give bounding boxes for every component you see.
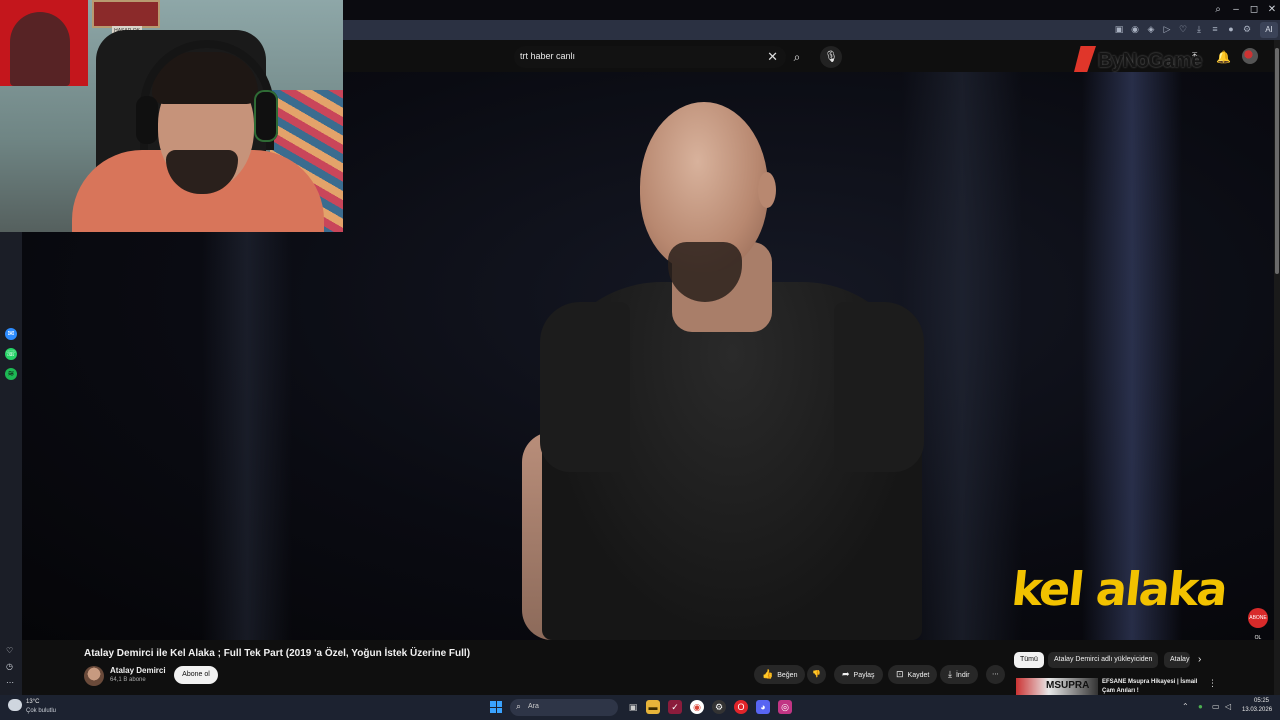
download-button[interactable]: ⤓ İndir	[940, 665, 978, 684]
channel-name[interactable]: Atalay Demirci	[110, 666, 166, 675]
channel-avatar[interactable]	[84, 666, 104, 686]
volume-icon[interactable]: ◁	[1225, 702, 1231, 711]
shield-icon[interactable]: ◈	[1146, 23, 1156, 35]
voice-search-icon[interactable]: 🎙	[820, 46, 842, 68]
like-label: Beğen	[777, 672, 798, 679]
cloud-icon[interactable]	[8, 699, 22, 711]
like-button[interactable]: 👍 Beğen	[754, 665, 806, 684]
person-sleeve	[834, 302, 924, 472]
instagram-icon[interactable]: ◎	[778, 700, 792, 714]
search-box[interactable]: trt haber canlı ✕	[514, 46, 786, 68]
person-ear	[758, 172, 776, 208]
extension-icon[interactable]: ▣	[1114, 23, 1124, 35]
window-maximize-button[interactable]: ◻	[1247, 3, 1261, 17]
share-icon: ➦	[842, 669, 850, 679]
chip-uploader[interactable]: Atalay Demirci adlı yükleyiciden	[1048, 652, 1159, 668]
network-icon[interactable]: ▭	[1212, 702, 1220, 711]
share-button[interactable]: ➦ Paylaş	[834, 665, 883, 684]
settings-icon[interactable]: ⚙	[1242, 23, 1252, 35]
curtain-fold	[1082, 72, 1182, 640]
thumbs-up-icon: 👍	[762, 669, 774, 679]
heart-sidebar-icon[interactable]: ♡	[6, 646, 13, 655]
tray-app-icon[interactable]: ●	[1198, 702, 1203, 711]
messenger-icon[interactable]: ✉	[5, 328, 17, 340]
account-avatar[interactable]	[1242, 48, 1258, 64]
task-view-icon[interactable]: ▣	[626, 700, 640, 714]
save-label: Kaydet	[907, 672, 930, 679]
download-icon: ⤓	[948, 669, 952, 679]
clear-search-icon[interactable]: ✕	[767, 49, 778, 65]
taskbar-search-placeholder: Ara	[528, 703, 539, 710]
search-icon: ⌕	[516, 701, 522, 711]
recommendation-thumbnail[interactable]: MSUPRA	[1016, 678, 1098, 695]
settings-app-icon[interactable]: ⚙	[712, 700, 726, 714]
person-sleeve	[540, 302, 630, 472]
subscriber-count: 64,1 B abone	[110, 677, 146, 683]
window-search-icon[interactable]: ⌕	[1211, 3, 1225, 17]
save-button[interactable]: ⊡ Kaydet	[888, 665, 938, 684]
taskbar-search[interactable]: ⌕ Ara	[510, 699, 618, 716]
headset-cup	[136, 96, 158, 144]
search-input[interactable]: trt haber canlı	[520, 51, 575, 61]
thumb-text: MSUPRA	[1046, 680, 1090, 691]
poster-figure	[10, 12, 70, 86]
weather-description[interactable]: Çok bulutlu	[26, 708, 56, 714]
ai-button[interactable]: AI	[1260, 22, 1278, 38]
channel-watermark: ByNoGame	[1098, 50, 1202, 72]
kebab-menu-icon[interactable]: ⋮	[1208, 678, 1217, 689]
tray-chevron-icon[interactable]: ⌃	[1182, 702, 1189, 711]
heart-icon[interactable]: ♡	[1178, 23, 1188, 35]
show-logo: kel alaka	[1009, 562, 1229, 616]
start-button[interactable]	[490, 701, 502, 713]
opera-icon[interactable]: O	[734, 700, 748, 714]
weather-temperature[interactable]: 13°C	[26, 699, 39, 705]
chip-partial[interactable]: Atalay	[1164, 652, 1190, 668]
headset-cup	[254, 90, 278, 142]
clock-date[interactable]: 13.03.2026	[1242, 707, 1272, 713]
thumbs-down-icon: 👎	[812, 671, 821, 678]
file-explorer-icon[interactable]: ▬	[646, 700, 660, 714]
search-button[interactable]: ⌕	[786, 46, 808, 68]
dislike-button[interactable]: 👎	[807, 665, 826, 684]
download-icon[interactable]: ⤓	[1194, 23, 1204, 35]
whatsapp-icon[interactable]: ☏	[5, 348, 17, 360]
screen: ⌕ – ◻ ✕ ▣ ◉ ◈ ▷ ♡ ⤓ ≡ ● ⚙ AI ✉ ☏ ≋ ♡ ◷ ⋯…	[0, 0, 1280, 720]
bookmark-icon: ⊡	[896, 669, 904, 679]
share-label: Paylaş	[853, 672, 875, 679]
menu-icon[interactable]: ≡	[1210, 23, 1220, 35]
extension-icons: ▣ ◉ ◈ ▷ ♡ ⤓ ≡ ● ⚙	[1114, 23, 1252, 35]
recommendation-title[interactable]: EFSANE Msupra Hikayesi | İsmail Çam Anıl…	[1102, 678, 1202, 696]
wall-poster	[92, 0, 160, 28]
webcam-overlay: HASAR OK	[0, 0, 343, 232]
chrome-icon[interactable]: ◉	[690, 700, 704, 714]
spotify-icon[interactable]: ≋	[5, 368, 17, 380]
subscribe-badge[interactable]: ABONE OL	[1248, 608, 1268, 641]
app-icon[interactable]: ✓	[668, 700, 682, 714]
scrollbar-thumb[interactable]	[1275, 48, 1279, 274]
video-info: Atalay Demirci ile Kel Alaka ; Full Tek …	[22, 640, 1280, 695]
video-title: Atalay Demirci ile Kel Alaka ; Full Tek …	[84, 648, 471, 659]
play-icon[interactable]: ▷	[1162, 23, 1172, 35]
window-close-button[interactable]: ✕	[1265, 3, 1279, 17]
discord-icon[interactable]: ◕	[756, 700, 770, 714]
more-sidebar-icon[interactable]: ⋯	[6, 678, 14, 687]
camera-icon[interactable]: ◉	[1130, 23, 1140, 35]
window-minimize-button[interactable]: –	[1229, 3, 1243, 17]
profile-icon[interactable]: ●	[1226, 23, 1236, 35]
chevron-right-icon[interactable]: ›	[1198, 654, 1201, 665]
subscribe-button[interactable]: Abone ol	[174, 666, 218, 684]
clock-time[interactable]: 05:25	[1254, 698, 1269, 704]
notifications-icon[interactable]: 🔔	[1216, 50, 1231, 64]
chip-all[interactable]: Tümü	[1014, 652, 1044, 668]
history-icon[interactable]: ◷	[6, 662, 13, 671]
download-label: İndir	[955, 672, 970, 679]
taskbar: 13°C Çok bulutlu ⌕ Ara ▣ ▬ ✓ ◉ ⚙ O ◕ ◎ ⌃…	[0, 695, 1280, 720]
more-actions-button[interactable]: ⋯	[986, 665, 1005, 684]
